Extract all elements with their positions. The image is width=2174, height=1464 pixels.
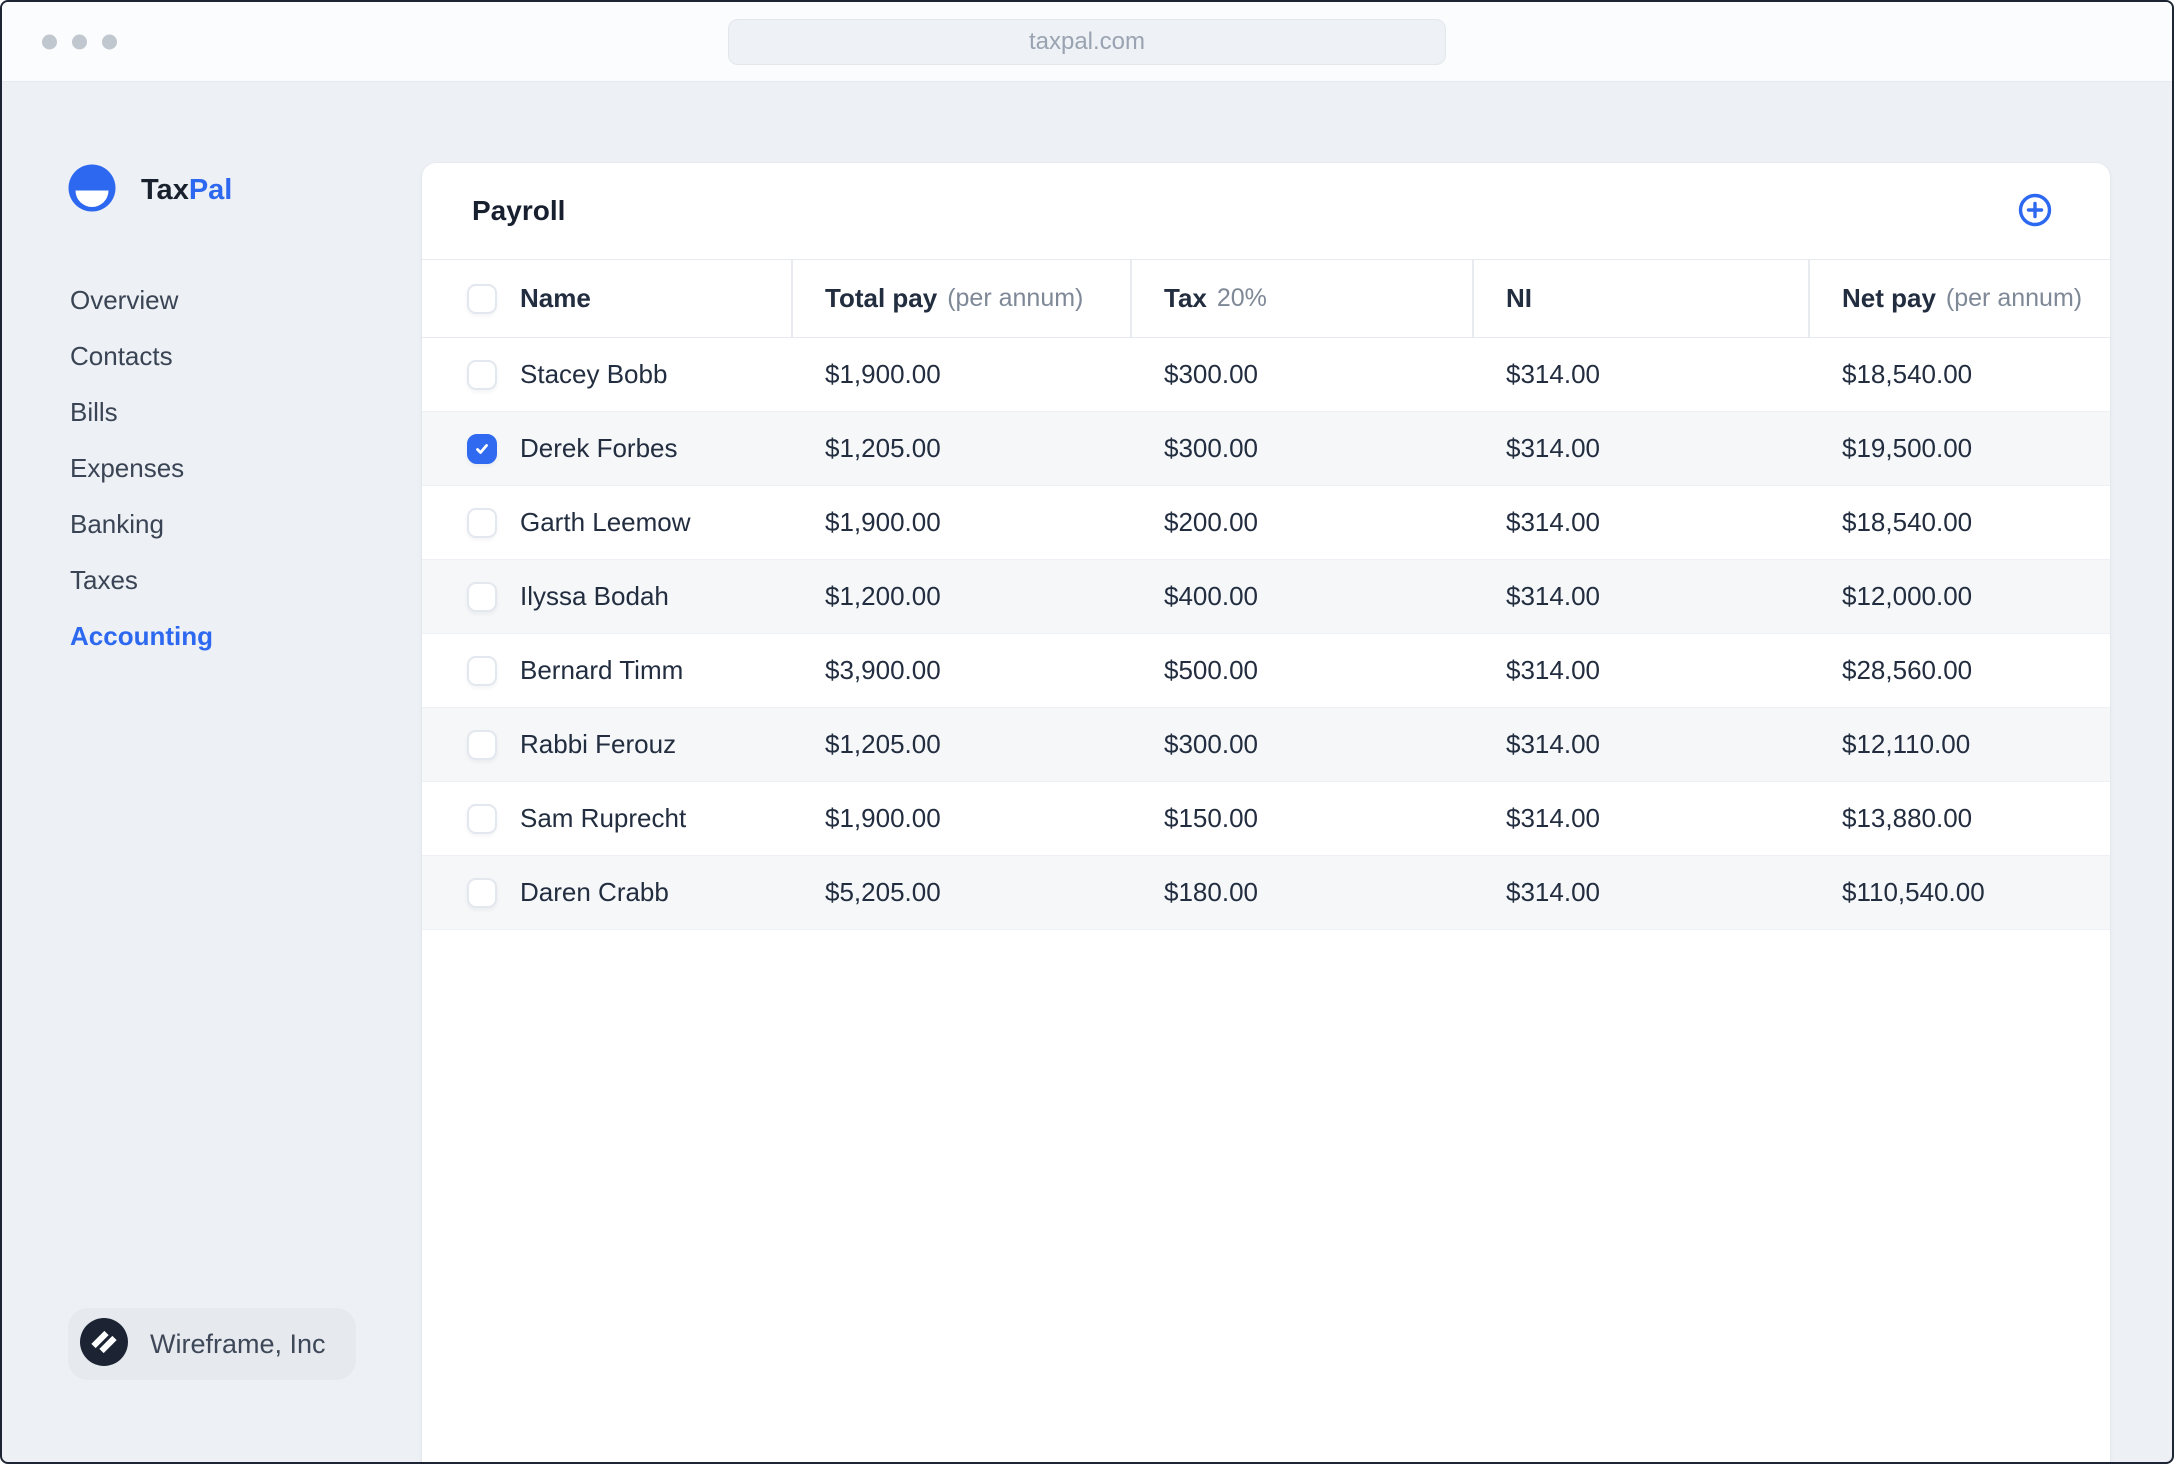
total-pay-value: $1,900.00 [825,507,941,537]
sidebar-item-contacts[interactable]: Contacts [70,328,213,384]
company-switcher[interactable]: Wireframe, Inc [68,1308,356,1380]
sidebar-nav: Overview Contacts Bills Expenses Banking… [70,272,213,664]
table-row: Stacey Bobb $1,900.00 $300.00 $314.00 $1… [422,338,2110,412]
row-checkbox[interactable] [467,507,497,538]
tax-value: $500.00 [1164,655,1258,685]
table-row: Bernard Timm $3,900.00 $500.00 $314.00 $… [422,634,2110,708]
ni-value: $314.00 [1506,729,1600,759]
wireframe-logo-icon [80,1317,128,1371]
table-row: Sam Ruprecht $1,900.00 $150.00 $314.00 $… [422,782,2110,856]
row-checkbox[interactable] [467,655,497,686]
table-header-ni: NI [1472,260,1808,337]
tax-value: $300.00 [1164,433,1258,463]
table-header-tax: Tax 20% [1130,260,1472,337]
taxpal-logo-icon [68,164,116,217]
sidebar-item-taxes[interactable]: Taxes [70,552,213,608]
net-pay-value: $12,000.00 [1842,581,1973,611]
total-pay-value: $5,205.00 [825,877,941,907]
total-pay-value: $3,900.00 [825,655,941,685]
employee-name: Rabbi Ferouz [520,729,677,759]
table-row: Garth Leemow $1,900.00 $200.00 $314.00 $… [422,486,2110,560]
url-text: taxpal.com [1028,27,1146,55]
sidebar-item-accounting[interactable]: Accounting [70,608,213,664]
net-pay-value: $28,560.00 [1842,655,1973,685]
window-control-dot[interactable] [72,34,87,49]
employee-name: Sam Ruprecht [520,803,687,833]
payroll-table-body: Stacey Bobb $1,900.00 $300.00 $314.00 $1… [422,338,2110,930]
app-body: TaxPal Overview Contacts Bills Expenses … [2,82,2172,1462]
row-checkbox[interactable] [467,729,497,760]
net-pay-value: $18,540.00 [1842,507,1973,537]
total-pay-value: $1,200.00 [825,581,941,611]
tax-value: $200.00 [1164,507,1258,537]
page-title: Payroll [472,195,566,226]
total-pay-value: $1,205.00 [825,729,941,759]
select-all-checkbox[interactable] [467,283,497,314]
tax-value: $150.00 [1164,803,1258,833]
net-pay-value: $13,880.00 [1842,803,1973,833]
payroll-card: Payroll Name Total pay (per annum) Tax 2… [422,163,2110,1462]
total-pay-value: $1,205.00 [825,433,941,463]
total-pay-value: $1,900.00 [825,803,941,833]
table-row: Rabbi Ferouz $1,205.00 $300.00 $314.00 $… [422,708,2110,782]
url-bar[interactable]: taxpal.com [728,18,1446,65]
table-header-row: Name Total pay (per annum) Tax 20% NI Net … [422,259,2110,338]
window-control-dot[interactable] [42,34,57,49]
net-pay-value: $19,500.00 [1842,433,1973,463]
employee-name: Bernard Timm [520,655,684,685]
table-header-net-pay: Net pay (per annum) [1808,260,2110,337]
sidebar-item-banking[interactable]: Banking [70,496,213,552]
add-row-button[interactable] [2012,188,2058,234]
employee-name: Daren Crabb [520,877,669,907]
row-checkbox[interactable] [467,359,497,390]
net-pay-value: $12,110.00 [1842,729,1971,759]
tax-value: $400.00 [1164,581,1258,611]
brand-name: TaxPal [141,174,233,206]
tax-value: $300.00 [1164,729,1258,759]
ni-value: $314.00 [1506,655,1600,685]
row-checkbox[interactable] [467,803,497,834]
company-name: Wireframe, Inc [150,1328,326,1359]
tax-value: $180.00 [1164,877,1258,907]
row-checkbox[interactable] [467,581,497,612]
browser-titlebar: taxpal.com [2,2,2172,82]
ni-value: $314.00 [1506,581,1600,611]
net-pay-value: $18,540.00 [1842,359,1973,389]
employee-name: Ilyssa Bodah [520,581,669,611]
sidebar-item-expenses[interactable]: Expenses [70,440,213,496]
table-header-name: Name [422,260,791,337]
table-row: Derek Forbes $1,205.00 $300.00 $314.00 $… [422,412,2110,486]
sidebar-item-bills[interactable]: Bills [70,384,213,440]
employee-name: Garth Leemow [520,507,691,537]
table-row: Ilyssa Bodah $1,200.00 $400.00 $314.00 $… [422,560,2110,634]
ni-value: $314.00 [1506,507,1600,537]
payroll-card-header: Payroll [422,163,2110,259]
window-control-dot[interactable] [102,34,117,49]
employee-name: Derek Forbes [520,433,678,463]
window-controls [42,34,117,49]
row-checkbox[interactable] [467,877,497,908]
tax-value: $300.00 [1164,359,1258,389]
ni-value: $314.00 [1506,877,1600,907]
table-header-total-pay: Total pay (per annum) [791,260,1130,337]
brand-logo-link[interactable]: TaxPal [68,164,232,217]
sidebar-item-overview[interactable]: Overview [70,272,213,328]
ni-value: $314.00 [1506,803,1600,833]
total-pay-value: $1,900.00 [825,359,941,389]
plus-circle-icon [2016,191,2054,232]
employee-name: Stacey Bobb [520,359,668,389]
browser-window: taxpal.com TaxPal Overview Contacts Bill… [0,0,2174,1464]
row-checkbox[interactable] [467,433,497,464]
ni-value: $314.00 [1506,433,1600,463]
net-pay-value: $110,540.00 [1842,877,1985,907]
ni-value: $314.00 [1506,359,1600,389]
table-row: Daren Crabb $5,205.00 $180.00 $314.00 $1… [422,856,2110,930]
